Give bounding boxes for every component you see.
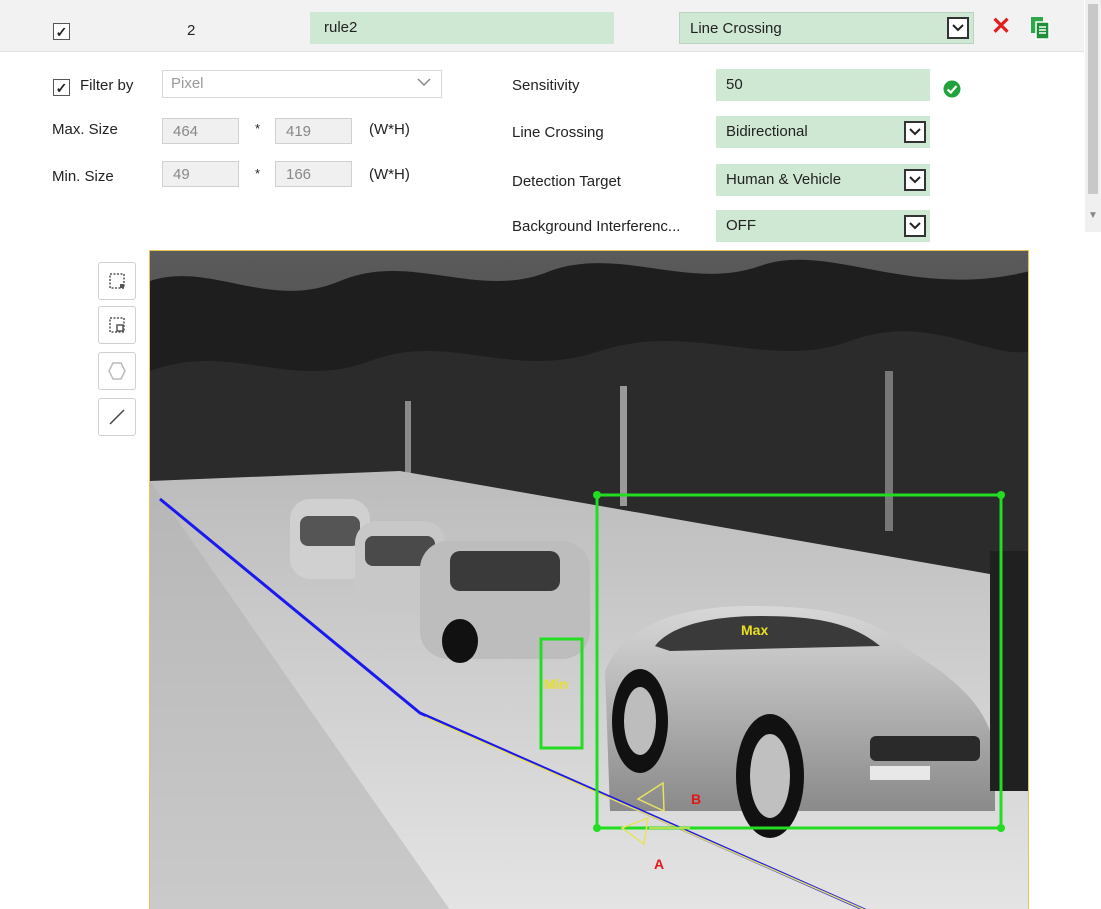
rule-type-select[interactable]: Line Crossing	[679, 12, 974, 44]
max-size-unit: (W*H)	[369, 121, 410, 138]
filter-enable-checkbox[interactable]: ✓	[53, 79, 70, 96]
camera-scene	[150, 251, 1028, 909]
detection-target-value: Human & Vehicle	[726, 171, 842, 188]
detection-target-select[interactable]: Human & Vehicle	[716, 164, 930, 196]
max-box-handle[interactable]	[593, 491, 601, 499]
chevron-down-icon[interactable]	[904, 169, 926, 191]
scroll-down-icon[interactable]: ▼	[1088, 210, 1098, 222]
video-canvas[interactable]: Max Min B A	[150, 251, 1029, 909]
chevron-down-icon	[417, 78, 431, 87]
max-size-tool-icon	[109, 273, 125, 289]
line-tool-icon	[109, 409, 125, 425]
rule-name-value: rule2	[324, 19, 358, 36]
line-crossing-label: Line Crossing	[512, 124, 604, 141]
delete-icon[interactable]: ✕	[990, 15, 1012, 39]
rule-number: 2	[187, 22, 196, 39]
scrollbar-thumb[interactable]	[1088, 4, 1098, 194]
sensitivity-input[interactable]: 50	[716, 69, 930, 101]
draw-max-size-button[interactable]	[98, 262, 136, 300]
rule-name-field[interactable]: rule2	[310, 12, 614, 44]
rule-row: ✓ 2 rule2 Line Crossing ✕	[0, 0, 1084, 52]
detection-target-label: Detection Target	[512, 173, 621, 190]
times-symbol: *	[255, 166, 261, 181]
max-box-handle[interactable]	[997, 824, 1005, 832]
max-box-label: Max	[741, 622, 768, 638]
min-box-label: Min	[544, 676, 568, 692]
max-width-input[interactable]: 464	[162, 118, 239, 144]
background-interference-select[interactable]: OFF	[716, 210, 930, 242]
draw-line-button[interactable]	[98, 398, 136, 436]
video-preview[interactable]: Max Min B A	[149, 250, 1029, 909]
vertical-scrollbar[interactable]: ▼	[1085, 0, 1101, 232]
min-height-input[interactable]: 166	[275, 161, 352, 187]
min-size-label: Min. Size	[52, 168, 114, 185]
polygon-tool-icon	[108, 362, 126, 380]
min-size-unit: (W*H)	[369, 166, 410, 183]
max-size-label: Max. Size	[52, 121, 118, 138]
max-height-input[interactable]: 419	[275, 118, 352, 144]
check-circle-icon	[943, 80, 961, 98]
sensitivity-label: Sensitivity	[512, 77, 580, 94]
filter-by-label: Filter by	[80, 77, 134, 94]
line-crossing-value: Bidirectional	[726, 123, 808, 140]
chevron-down-icon[interactable]	[947, 17, 969, 39]
chevron-down-icon[interactable]	[904, 121, 926, 143]
filter-mode-select[interactable]: Pixel	[162, 70, 442, 98]
filter-mode-value: Pixel	[171, 75, 204, 92]
times-symbol: *	[255, 121, 261, 136]
background-interference-label: Background Interferenc...	[512, 218, 681, 235]
chevron-down-icon[interactable]	[904, 215, 926, 237]
background-interference-value: OFF	[726, 217, 756, 234]
rule-enable-checkbox[interactable]: ✓	[53, 23, 70, 40]
side-b-label: B	[691, 791, 701, 807]
rule-type-value: Line Crossing	[690, 20, 782, 37]
side-a-label: A	[654, 856, 664, 872]
min-size-tool-icon	[109, 317, 125, 333]
min-width-input[interactable]: 49	[162, 161, 239, 187]
sensitivity-value: 50	[726, 76, 743, 93]
line-crossing-select[interactable]: Bidirectional	[716, 116, 930, 148]
max-box-handle[interactable]	[997, 491, 1005, 499]
draw-polygon-button[interactable]	[98, 352, 136, 390]
draw-min-size-button[interactable]	[98, 306, 136, 344]
max-box-handle[interactable]	[593, 824, 601, 832]
copy-icon[interactable]	[1030, 16, 1050, 40]
